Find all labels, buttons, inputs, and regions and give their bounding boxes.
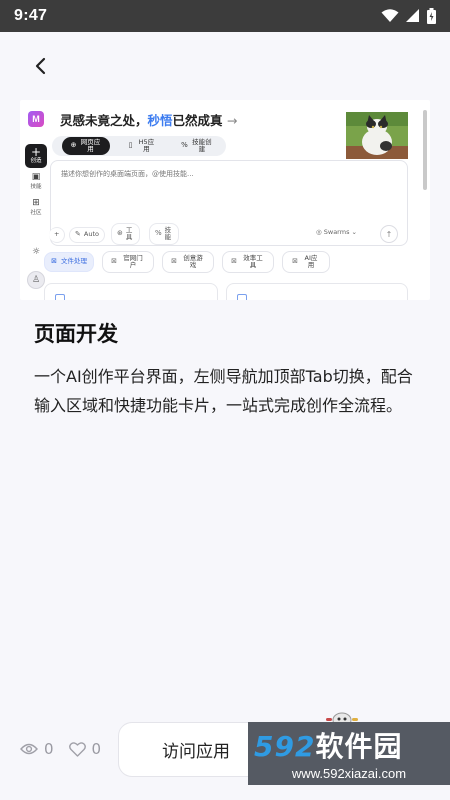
views-count: 0 (44, 740, 54, 758)
preview-tabs: ⊕ 网页应用 ▯ H5应用 % 技能创建 (52, 136, 226, 156)
preview-tool-auto: ✎ Auto (69, 227, 105, 243)
link-icon: % (155, 229, 162, 238)
preview-card (226, 283, 408, 300)
calendar-icon: ▣ (31, 172, 41, 182)
preview-tool-skills: % 技能 (149, 223, 179, 245)
watermark-url: www.592xiazai.com (291, 766, 407, 781)
preview-tab-skill: % 技能创建 (181, 137, 212, 153)
preview-chip-efficiency: ⊠ 效率工具 (222, 251, 274, 273)
preview-avatar: ♙ (27, 271, 45, 289)
wifi-icon (381, 9, 399, 22)
sun-icon: ☼ (31, 247, 41, 257)
preview-send-button: ↑ (380, 225, 398, 243)
globe-icon: ⊕ (70, 141, 77, 150)
preview-chip-ai: ⊠ AI应用 (282, 251, 330, 273)
preview-sidebar-label: 社区 (30, 210, 42, 216)
preview-chip-portal: ⊠ 官网门户 (102, 251, 154, 273)
preview-tab-web: ⊕ 网页应用 (62, 137, 110, 155)
likes-stat[interactable]: 0 (68, 740, 102, 758)
status-time: 9:47 (14, 7, 48, 24)
file-icon: ⊠ (51, 257, 57, 266)
status-bar: 9:47 (0, 0, 450, 32)
chevron-left-icon (35, 57, 46, 75)
plus-icon: + (54, 230, 60, 239)
card-icon (55, 294, 65, 300)
signal-icon (406, 9, 419, 22)
tool-icon: ⊛ (117, 229, 123, 238)
eye-icon (20, 743, 38, 755)
back-button[interactable] (26, 52, 54, 80)
stats-bar: 0 0 (20, 740, 116, 758)
chevron-down-icon: ⌄ (351, 228, 357, 236)
preview-tool-add: + (49, 227, 66, 243)
preview-swarms-select: ◎ Swarms ⌄ (316, 228, 357, 236)
file-icon: ⊠ (231, 257, 237, 266)
swarm-icon: ◎ (316, 228, 322, 236)
watermark-title: 592软件园 (254, 730, 403, 763)
preview-tab-h5: ▯ H5应用 (128, 137, 155, 153)
file-icon: ⊠ (292, 257, 298, 266)
preview-card (44, 283, 218, 300)
file-icon: ⊠ (111, 257, 117, 266)
app-title: 页面开发 (34, 322, 118, 346)
preview-sidebar-label: 技能 (30, 184, 42, 190)
skill-icon: % (181, 141, 188, 150)
preview-headline: 灵感未竟之处，秒悟已然成真 → (60, 113, 238, 128)
preview-scrollbar (423, 110, 427, 190)
preview-input-placeholder: 描述你想创作的桌面端页面，@使用技能... (61, 170, 194, 178)
preview-sidebar-item-skills: ▣ 技能 (25, 172, 47, 190)
preview-chip-game: ⊠ 创意游戏 (162, 251, 214, 273)
magic-icon: ✎ (75, 230, 81, 239)
watermark-badge: 592软件园 www.592xiazai.com (248, 722, 450, 785)
preview-logo: M (28, 111, 44, 127)
app-description: 一个AI创作平台界面，左侧导航加顶部Tab切换，配合输入区域和快捷功能卡片，一站… (34, 367, 413, 415)
cat-photo (346, 112, 408, 159)
battery-icon (427, 8, 436, 24)
preview-tool-tools: ⊛ 工具 (111, 223, 140, 245)
heart-icon (68, 741, 86, 757)
likes-count: 0 (91, 740, 102, 758)
views-stat: 0 (20, 740, 54, 758)
card-icon (237, 294, 247, 300)
user-icon: ♙ (31, 275, 41, 285)
preview-sidebar-label: 创造 (30, 158, 42, 164)
file-icon: ⊠ (171, 257, 177, 266)
preview-sidebar-item-community: ⊞ 社区 (25, 198, 47, 216)
preview-chip-file: ⊠ 文件处理 (44, 252, 94, 272)
arrow-up-icon: ↑ (385, 229, 393, 239)
grid-icon: ⊞ (32, 198, 40, 208)
preview-create-button: + 创造 (25, 144, 47, 168)
preview-sidebar-settings: ☼ (25, 247, 47, 257)
phone-icon: ▯ (128, 141, 133, 150)
app-preview-image: M + 创造 ▣ 技能 ⊞ 社区 ☼ ♙ 灵感未竟之处，秒悟已然成真 → ⊕ 网… (20, 100, 430, 300)
plus-icon: + (30, 145, 42, 159)
